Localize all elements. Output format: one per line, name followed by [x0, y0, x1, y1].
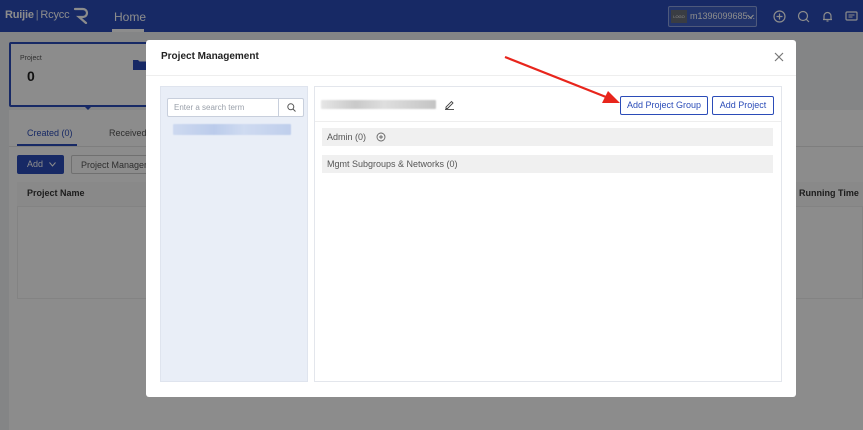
- list-item-label: Admin (0): [327, 132, 367, 142]
- close-icon[interactable]: [773, 51, 785, 63]
- project-management-dialog: Project Management Add Project Group Add…: [146, 40, 796, 397]
- project-group-detail-panel: Add Project Group Add Project Admin (0) …: [314, 86, 782, 382]
- tree-search-box: [167, 98, 304, 117]
- list-item-mgmt-subgroups[interactable]: Mgmt Subgroups & Networks (0): [322, 155, 773, 173]
- list-item-admin[interactable]: Admin (0): [322, 128, 773, 146]
- edit-icon[interactable]: [444, 99, 455, 110]
- dialog-title: Project Management: [161, 51, 259, 62]
- add-circle-icon[interactable]: [376, 132, 386, 142]
- tree-node-selected[interactable]: [173, 124, 291, 135]
- project-tree-panel: [160, 86, 308, 382]
- list-item-label: Mgmt Subgroups & Networks (0): [327, 159, 458, 169]
- dialog-header-divider: [146, 75, 796, 76]
- search-button[interactable]: [278, 99, 303, 116]
- search-input[interactable]: [168, 99, 278, 116]
- add-project-group-button[interactable]: Add Project Group: [620, 96, 708, 115]
- search-icon: [287, 103, 296, 112]
- group-name-blurred: [321, 100, 436, 109]
- detail-header-divider: [315, 121, 781, 122]
- add-project-button[interactable]: Add Project: [712, 96, 774, 115]
